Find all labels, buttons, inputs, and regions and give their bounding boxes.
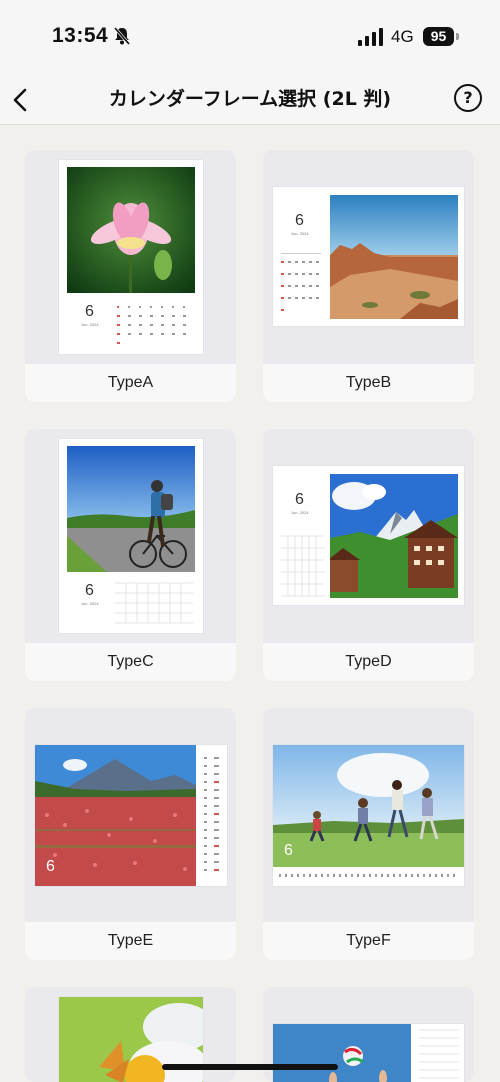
navigation-bar: カレンダーフレーム選択 (2L 判) ?: [0, 76, 500, 125]
back-chevron-icon[interactable]: [8, 82, 36, 118]
calendar-paper: 6: [273, 745, 464, 886]
frame-card-typee[interactable]: 6 TypeE: [25, 708, 236, 960]
volleyball-photo: [273, 1024, 459, 1082]
month-number: 6: [295, 212, 304, 229]
status-bar: 13:54 4G 95: [0, 0, 500, 76]
frame-label: TypeF: [263, 922, 474, 960]
frame-card-typec[interactable]: 6 Jun. 2024 TypeC: [25, 429, 236, 681]
frame-preview-typef: 6: [263, 708, 474, 922]
frame-preview-typea: 6 Jun. 2024: [25, 150, 236, 364]
month-caption: Jun. 2024: [81, 322, 99, 327]
lotus-photo: [67, 167, 195, 293]
date-grid: [115, 582, 193, 624]
frame-card-typef[interactable]: 6 TypeF: [263, 708, 474, 960]
frame-label: TypeC: [25, 643, 236, 681]
frame-card-typea[interactable]: 6 Jun. 2024 TypeA: [25, 150, 236, 402]
frame-card-typed[interactable]: 6 Jun. 2024 TypeD: [263, 429, 474, 681]
desert-photo: [330, 195, 458, 319]
calendar-paper: 6 Jun. 2024: [59, 160, 203, 354]
month-number: 6: [295, 491, 304, 508]
month-number: 6: [85, 303, 94, 320]
frame-card-typeb[interactable]: 6 Jun. 2024 TypeB: [263, 150, 474, 402]
network-type: 4G: [391, 27, 414, 46]
date-grid: [117, 306, 186, 344]
calendar-paper: [273, 1024, 464, 1082]
frame-preview-typec: 6 Jun. 2024: [25, 429, 236, 643]
signal-icon: [358, 28, 383, 46]
help-icon[interactable]: ?: [454, 84, 482, 112]
battery-tip: [456, 33, 459, 40]
status-time: 13:54: [52, 24, 109, 47]
frame-preview-typeb: 6 Jun. 2024: [263, 150, 474, 364]
cyclist-photo: [67, 446, 195, 572]
frame-label: TypeA: [25, 364, 236, 402]
flower-field-photo: [35, 745, 196, 886]
date-grid: [281, 535, 325, 597]
month-caption: Jun. 2024: [291, 510, 309, 515]
month-number: 6: [284, 842, 293, 859]
month-caption: Jun. 2024: [81, 601, 99, 606]
month-number: 6: [46, 858, 55, 875]
frame-label: TypeB: [263, 364, 474, 402]
home-indicator[interactable]: [162, 1064, 338, 1070]
mountain-village-photo: [330, 474, 458, 598]
calendar-paper: 6 Jun. 2024: [273, 466, 464, 605]
date-grid: [204, 757, 219, 871]
frame-preview-typee: 6: [25, 708, 236, 922]
calendar-paper: 6 Jun. 2024: [59, 439, 203, 633]
calendar-paper: 6 Jun. 2024: [273, 187, 464, 326]
frame-label: TypeD: [263, 643, 474, 681]
month-number: 6: [85, 582, 94, 599]
calendar-paper: 6: [35, 745, 227, 886]
frame-preview-typed: 6 Jun. 2024: [263, 429, 474, 643]
bell-off-icon: [113, 27, 131, 45]
family-running-photo: [273, 745, 464, 867]
date-strip: [279, 874, 455, 877]
page-title: カレンダーフレーム選択 (2L 判): [108, 88, 392, 110]
frame-label: TypeE: [25, 922, 236, 960]
battery-icon: 95: [423, 27, 454, 46]
month-caption: Jun. 2024: [291, 231, 309, 236]
date-grid: [281, 253, 321, 311]
